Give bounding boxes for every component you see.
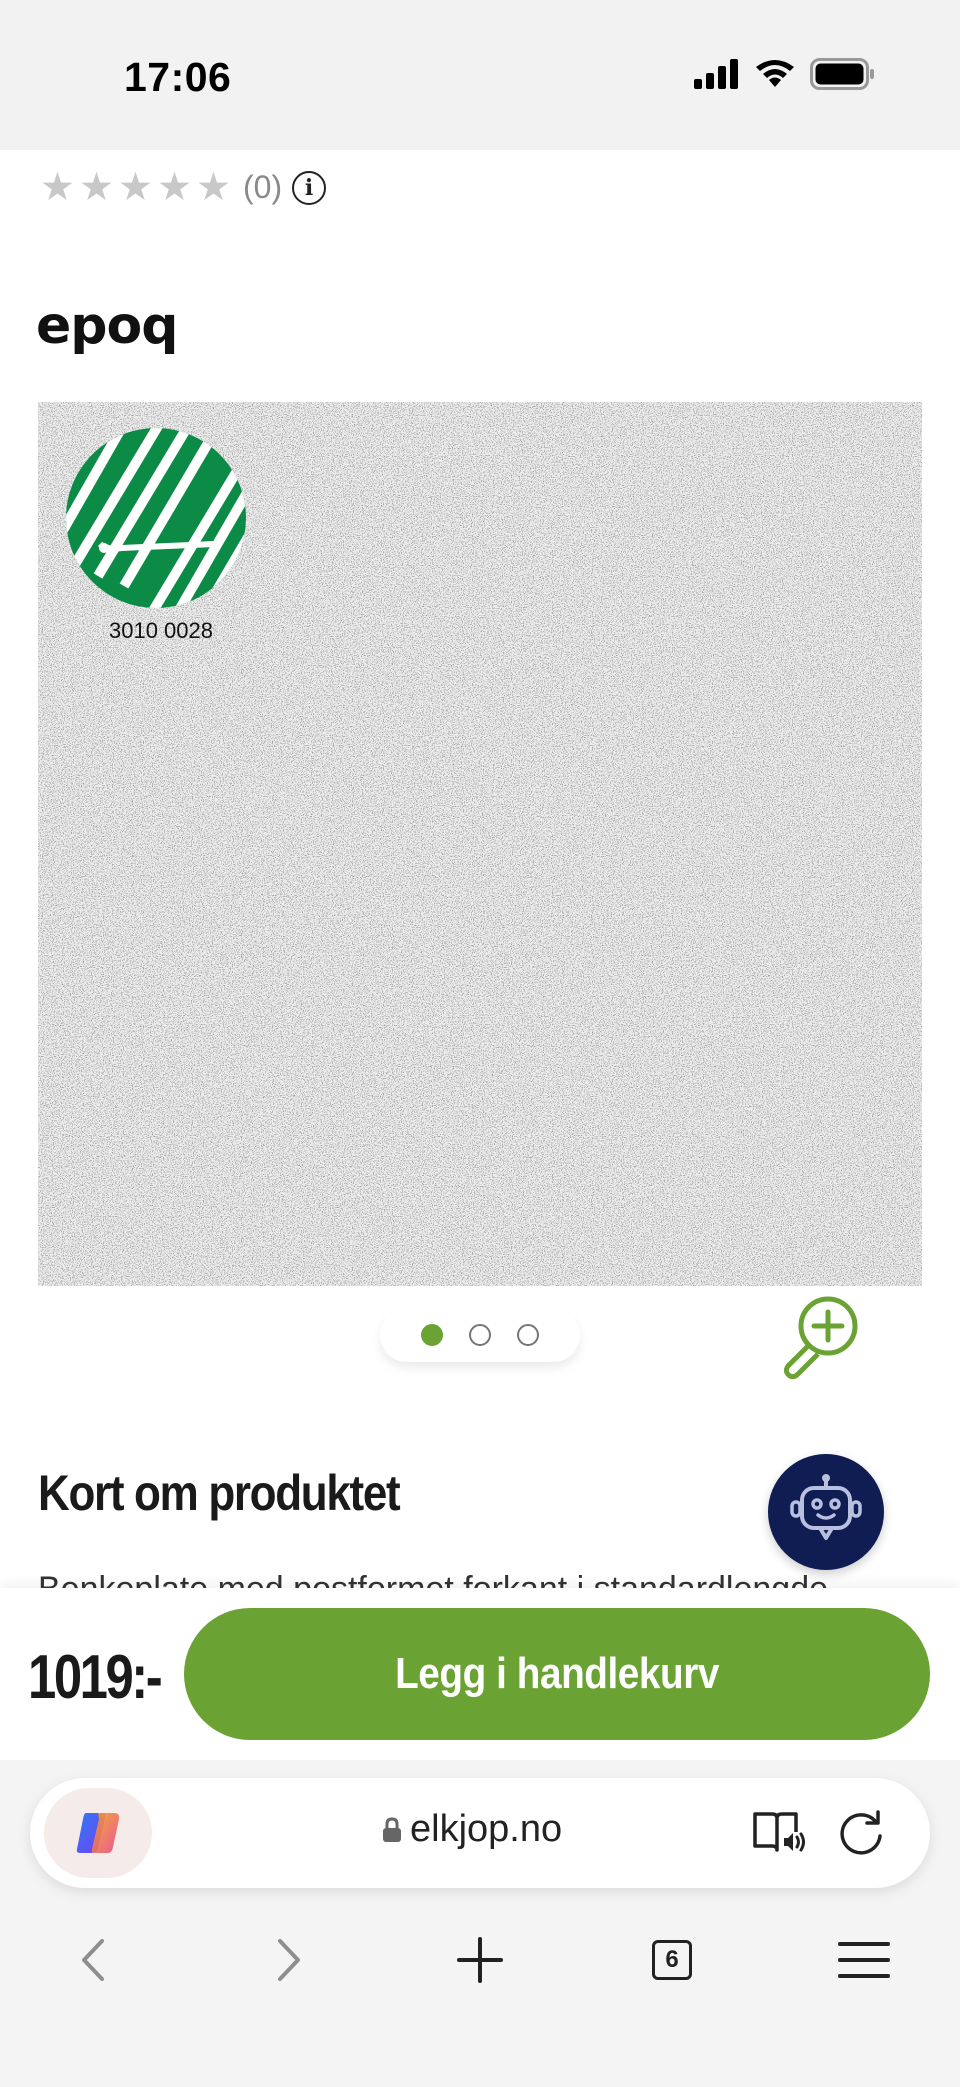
product-image[interactable]: 3010 0028 [38,402,922,1286]
rating-count: (0) [243,169,283,205]
zoom-in-icon [783,1296,858,1380]
tab-count: 6 [652,1940,692,1980]
menu-button[interactable] [824,1920,904,2000]
chat-assistant-button[interactable] [768,1454,884,1570]
cellular-signal-icon [694,59,738,89]
carousel-dot[interactable] [421,1324,443,1346]
status-icons [694,58,876,90]
purchase-bar: 1019:- Legg i handlekurv [0,1588,960,1760]
battery-icon [810,58,874,90]
ecolabel-number: 3010 0028 [109,618,213,643]
info-icon[interactable]: i [292,170,327,205]
copilot-button[interactable] [44,1788,152,1878]
section-title: Kort om produktet [38,1465,401,1521]
star-icon: ★ [157,166,192,209]
product-price: 1019:- [28,1643,163,1712]
reader-audio-icon [753,1812,805,1852]
chevron-left-icon [82,1939,104,1981]
wifi-icon [756,60,794,87]
star-icon: ★ [40,166,75,209]
browser-toolbar: 6 [0,1920,960,2020]
status-bar: 17:06 [0,0,960,150]
back-button[interactable] [54,1920,134,2000]
carousel-dot[interactable] [469,1324,491,1346]
page: 17:06 ★ ★ ★ ★ ★ (0) i epoq 3010 0028 Kor… [0,0,960,2087]
add-to-cart-button[interactable]: Legg i handlekurv [184,1608,930,1740]
lock-icon [383,1816,401,1842]
add-to-cart-label: Legg i handlekurv [395,1649,719,1698]
reload-icon [840,1810,882,1855]
zoom-button[interactable] [774,1292,864,1382]
star-icon: ★ [118,166,153,209]
robot-icon [790,1474,862,1540]
image-carousel-indicator [380,1308,580,1362]
plus-icon [457,1937,503,1983]
forward-button[interactable] [248,1920,328,2000]
url-text: elkjop.no [410,1808,563,1850]
carousel-dot[interactable] [517,1324,539,1346]
hamburger-menu-icon [838,1942,890,1978]
browser-chrome: elkjop.no 6 [0,1760,960,2087]
star-icon: ★ [196,166,231,209]
chevron-right-icon [278,1939,300,1981]
new-tab-button[interactable] [440,1920,520,2000]
brand-logo[interactable]: epoq [36,296,178,356]
status-time: 17:06 [124,54,232,100]
copilot-icon [76,1813,120,1853]
url-display[interactable]: elkjop.no [382,1808,562,1851]
address-bar[interactable]: elkjop.no [30,1778,930,1888]
tabs-button[interactable]: 6 [632,1920,712,2000]
product-rating[interactable]: ★ ★ ★ ★ ★ (0) i [40,166,327,209]
reader-view-button[interactable] [752,1808,808,1861]
reload-button[interactable] [836,1808,886,1863]
star-icon: ★ [79,166,114,209]
nordic-swan-ecolabel-icon [66,428,246,608]
